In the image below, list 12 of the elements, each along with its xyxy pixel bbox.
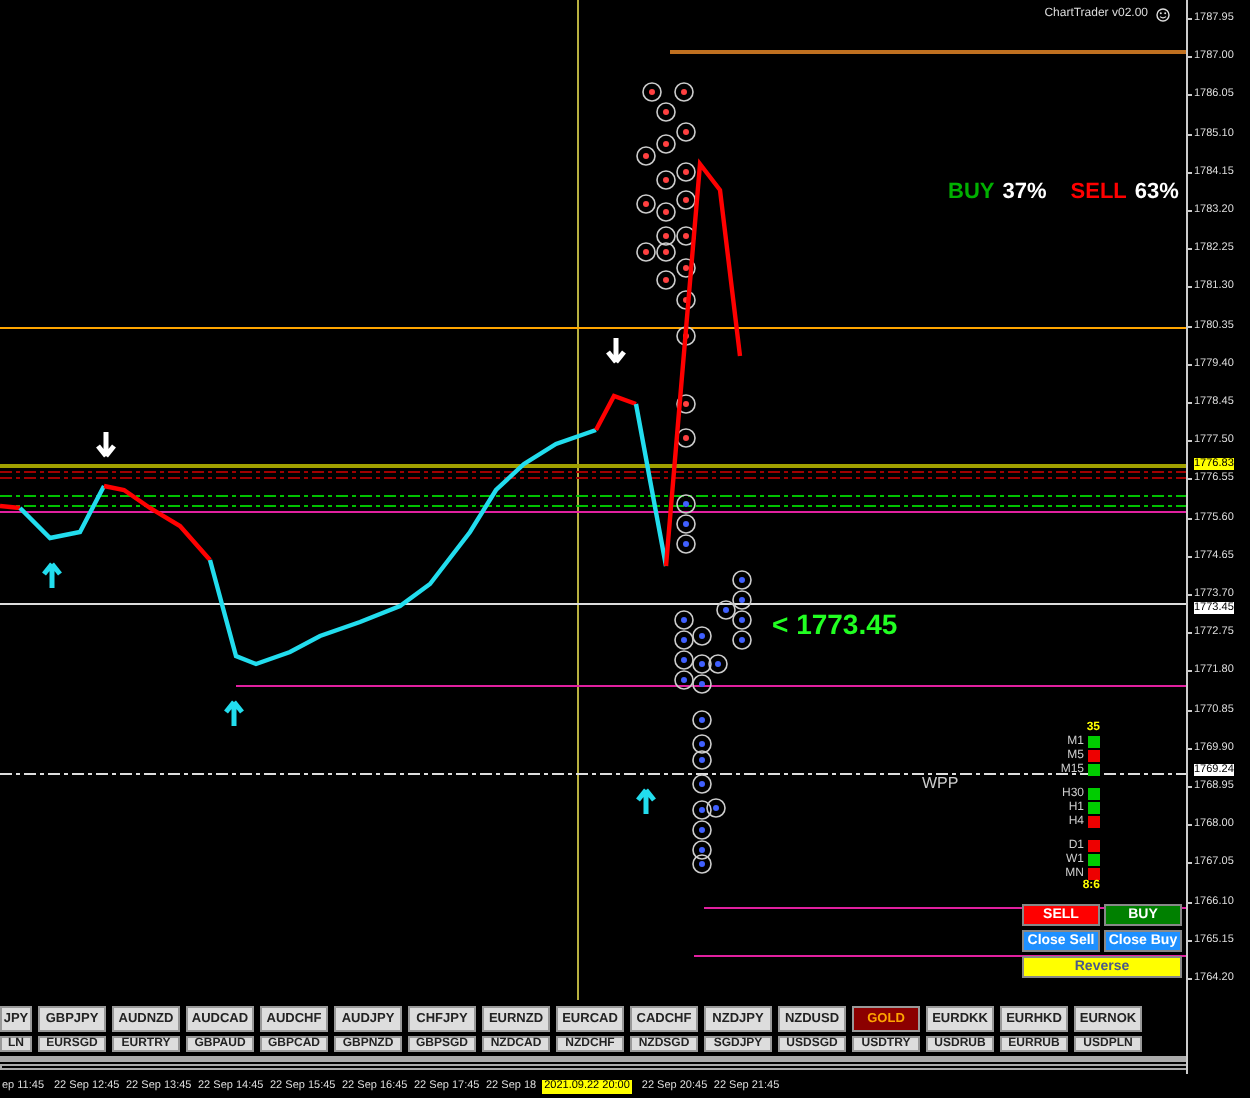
buy-label: BUY [948,178,995,208]
up-arrow-icon [223,699,245,729]
buy-percent: 37% [1002,178,1047,208]
down-arrow-icon [605,335,627,365]
up-arrow-icon [41,561,63,591]
sell-percent: 63% [1134,178,1179,208]
up-arrow-icon [635,787,657,817]
price-marker: < 1773.45 [772,606,898,644]
down-arrow-icon [95,429,117,459]
pivot-label: WPP [922,772,959,796]
sell-label: SELL [1070,178,1127,208]
smiley-icon [1156,8,1170,22]
